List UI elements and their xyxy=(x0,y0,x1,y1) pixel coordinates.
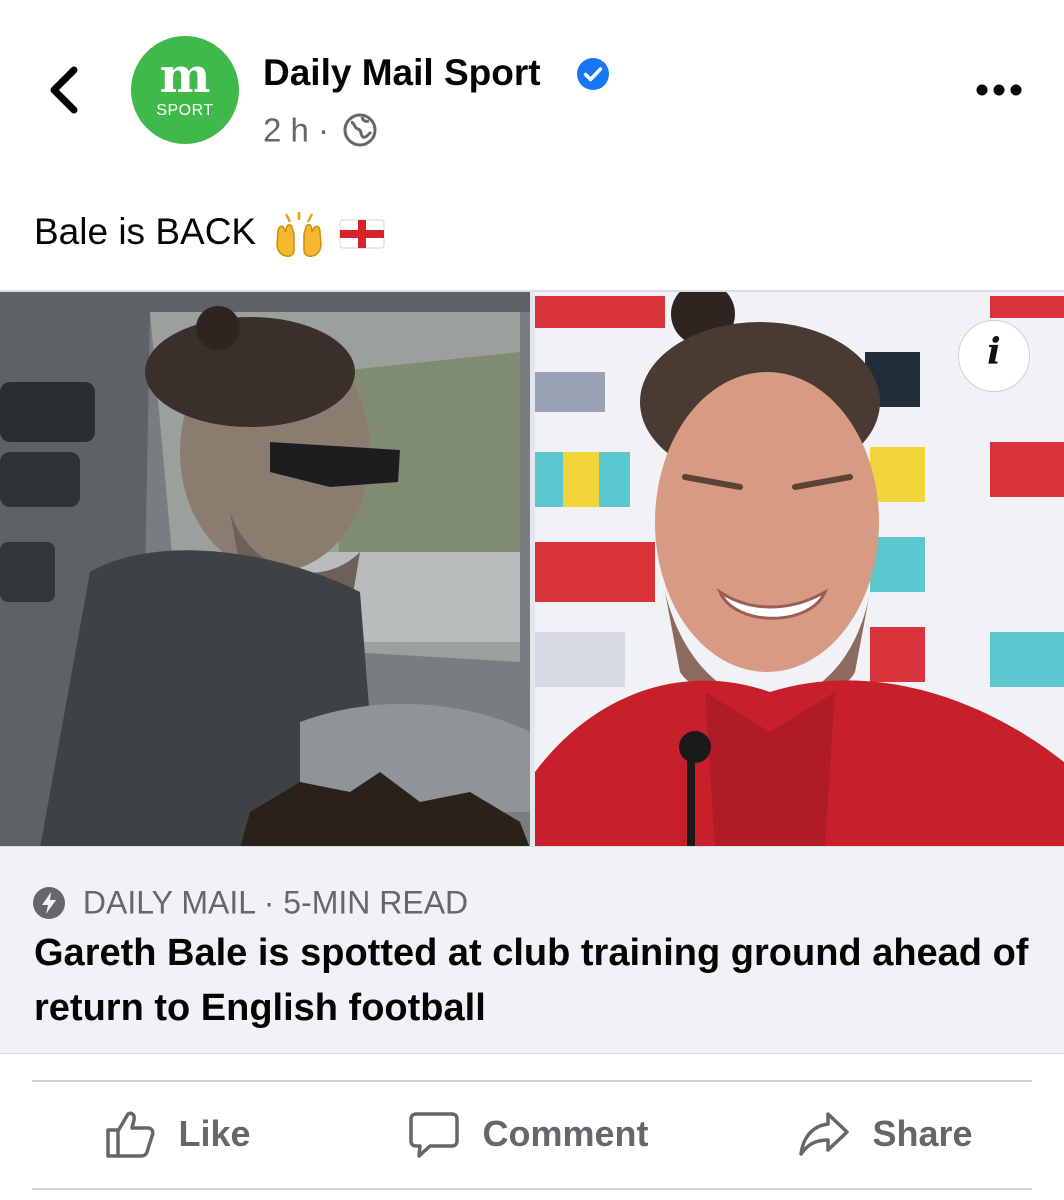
verified-badge-icon xyxy=(577,58,609,90)
car-photo-illustration xyxy=(0,292,530,848)
share-arrow-icon xyxy=(799,1112,849,1156)
avatar-logo-letter: m xyxy=(159,48,211,104)
link-source: DAILY MAIL · 5-MIN READ xyxy=(32,880,469,921)
raising-hands-emoji-icon xyxy=(276,212,323,258)
post-photo-link[interactable] xyxy=(0,290,1064,848)
info-icon: i xyxy=(987,331,1001,373)
chevron-left-icon xyxy=(50,66,78,114)
post-caption: Bale is BACK xyxy=(34,208,385,258)
more-options-icon[interactable] xyxy=(972,74,1026,106)
actions-divider-top xyxy=(32,1080,1032,1082)
page-avatar[interactable]: m SPORT xyxy=(131,36,239,144)
avatar-logo-text: SPORT xyxy=(156,102,214,119)
instant-article-bolt-icon xyxy=(33,886,65,919)
comment-bubble-icon xyxy=(409,1112,459,1158)
share-label: Share xyxy=(872,1113,973,1154)
like-label: Like xyxy=(178,1113,251,1154)
back-button[interactable] xyxy=(40,62,90,118)
like-button[interactable]: Like xyxy=(104,1108,251,1164)
info-button[interactable]: i xyxy=(958,320,1030,392)
caption-text: Bale is BACK xyxy=(34,211,257,252)
actions-divider-bottom xyxy=(32,1188,1032,1190)
link-title[interactable]: Gareth Bale is spotted at club training … xyxy=(34,926,1034,1036)
comment-label: Comment xyxy=(482,1113,649,1154)
page-name-link[interactable]: Daily Mail Sport xyxy=(263,50,541,96)
share-button[interactable]: Share xyxy=(798,1108,973,1164)
post-time[interactable]: 2 h xyxy=(263,111,309,148)
post-header: m SPORT Daily Mail Sport 2 h · xyxy=(0,0,1064,180)
comment-button[interactable]: Comment xyxy=(408,1108,648,1164)
meta-separator: · xyxy=(318,111,330,149)
photo-bale-in-car xyxy=(0,292,530,848)
england-flag-emoji-icon xyxy=(339,219,385,249)
globe-icon[interactable] xyxy=(342,112,378,148)
post-meta: 2 h · xyxy=(263,106,378,150)
link-source-text: DAILY MAIL · 5-MIN READ xyxy=(82,884,469,921)
thumbs-up-icon xyxy=(106,1111,155,1158)
